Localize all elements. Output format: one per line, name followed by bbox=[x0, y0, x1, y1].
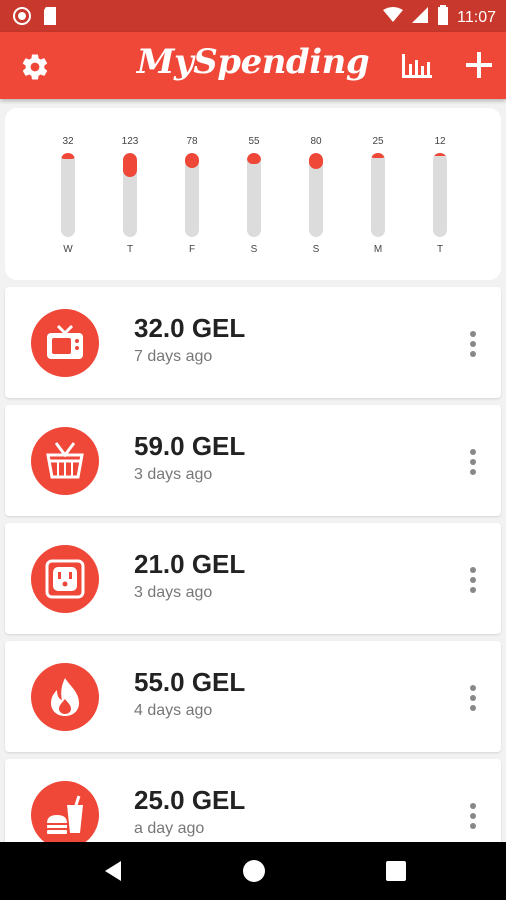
more-options-button[interactable] bbox=[463, 683, 483, 713]
statistics-button[interactable] bbox=[400, 50, 434, 82]
home-button[interactable] bbox=[243, 860, 265, 882]
expense-item[interactable]: 59.0 GEL 3 days ago bbox=[5, 405, 501, 516]
bar-column: 55 S bbox=[234, 108, 274, 280]
more-options-button[interactable] bbox=[463, 447, 483, 477]
expense-time: 7 days ago bbox=[134, 348, 213, 365]
bar-column: 80 S bbox=[296, 108, 336, 280]
bar-day-label: T bbox=[126, 244, 134, 255]
expense-amount: 32.0 GEL bbox=[134, 313, 246, 343]
expense-amount: 21.0 GEL bbox=[134, 549, 246, 579]
recent-apps-button[interactable] bbox=[386, 861, 406, 881]
bar-day-label: W bbox=[63, 244, 73, 255]
bar-value-label: 123 bbox=[121, 136, 139, 147]
add-expense-button[interactable] bbox=[463, 49, 495, 81]
bar-track bbox=[371, 153, 385, 237]
bar-value-label: 55 bbox=[248, 136, 260, 147]
basket-icon bbox=[31, 427, 99, 495]
expense-time: 4 days ago bbox=[134, 702, 213, 719]
bar-column: 25 M bbox=[358, 108, 398, 280]
bar bbox=[123, 153, 137, 177]
back-button[interactable] bbox=[103, 860, 123, 887]
bar-column: 32 W bbox=[48, 108, 88, 280]
bar-chart-icon bbox=[402, 54, 432, 78]
fast-food-icon bbox=[31, 781, 99, 849]
more-options-button[interactable] bbox=[463, 329, 483, 359]
bar bbox=[371, 153, 385, 158]
expense-time: 3 days ago bbox=[134, 584, 213, 601]
back-triangle-icon bbox=[105, 861, 121, 881]
expense-amount: 25.0 GEL bbox=[134, 785, 246, 815]
expense-time: 3 days ago bbox=[134, 466, 213, 483]
bar bbox=[309, 153, 323, 169]
expense-item[interactable]: 32.0 GEL 7 days ago bbox=[5, 287, 501, 398]
expense-time: a day ago bbox=[134, 820, 205, 837]
bar-track bbox=[433, 153, 447, 237]
bar-value-label: 25 bbox=[372, 136, 384, 147]
flame-icon bbox=[31, 663, 99, 731]
expense-amount: 55.0 GEL bbox=[134, 667, 246, 697]
more-options-button[interactable] bbox=[463, 565, 483, 595]
battery-icon bbox=[437, 5, 449, 30]
signal-icon bbox=[411, 6, 429, 29]
bar-day-label: S bbox=[312, 244, 320, 255]
bar-value-label: 12 bbox=[434, 136, 446, 147]
weekly-chart: 32 W 123 T 78 F 55 S 80 S 25 M 12 T bbox=[5, 108, 501, 280]
bar bbox=[433, 153, 447, 156]
bar-track bbox=[247, 153, 261, 237]
bar bbox=[185, 153, 199, 168]
bar-value-label: 80 bbox=[310, 136, 322, 147]
navigation-bar bbox=[0, 842, 506, 900]
bar-day-label: T bbox=[436, 244, 444, 255]
bar bbox=[61, 153, 75, 159]
status-bar: 11:07 bbox=[0, 0, 506, 32]
bar-column: 123 T bbox=[110, 108, 150, 280]
bar-track bbox=[185, 153, 199, 237]
expense-item[interactable]: 55.0 GEL 4 days ago bbox=[5, 641, 501, 752]
more-options-button[interactable] bbox=[463, 801, 483, 831]
bar-day-label: M bbox=[373, 244, 383, 255]
bar-value-label: 32 bbox=[62, 136, 74, 147]
expense-item[interactable]: 21.0 GEL 3 days ago bbox=[5, 523, 501, 634]
bar-track bbox=[123, 153, 137, 237]
bar-track bbox=[309, 153, 323, 237]
bar-column: 12 T bbox=[420, 108, 460, 280]
status-time: 11:07 bbox=[457, 8, 496, 26]
plus-icon bbox=[466, 52, 492, 78]
tv-icon bbox=[31, 309, 99, 377]
bar-column: 78 F bbox=[172, 108, 212, 280]
bar-day-label: F bbox=[188, 244, 196, 255]
bar-day-label: S bbox=[250, 244, 258, 255]
bar-value-label: 78 bbox=[186, 136, 198, 147]
app-bar: MySpending bbox=[0, 32, 506, 99]
record-icon bbox=[12, 6, 32, 31]
expense-amount: 59.0 GEL bbox=[134, 431, 246, 461]
bar bbox=[247, 153, 261, 164]
sd-card-icon bbox=[42, 6, 58, 31]
power-outlet-icon bbox=[31, 545, 99, 613]
wifi-icon bbox=[383, 7, 404, 28]
bar-track bbox=[61, 153, 75, 237]
